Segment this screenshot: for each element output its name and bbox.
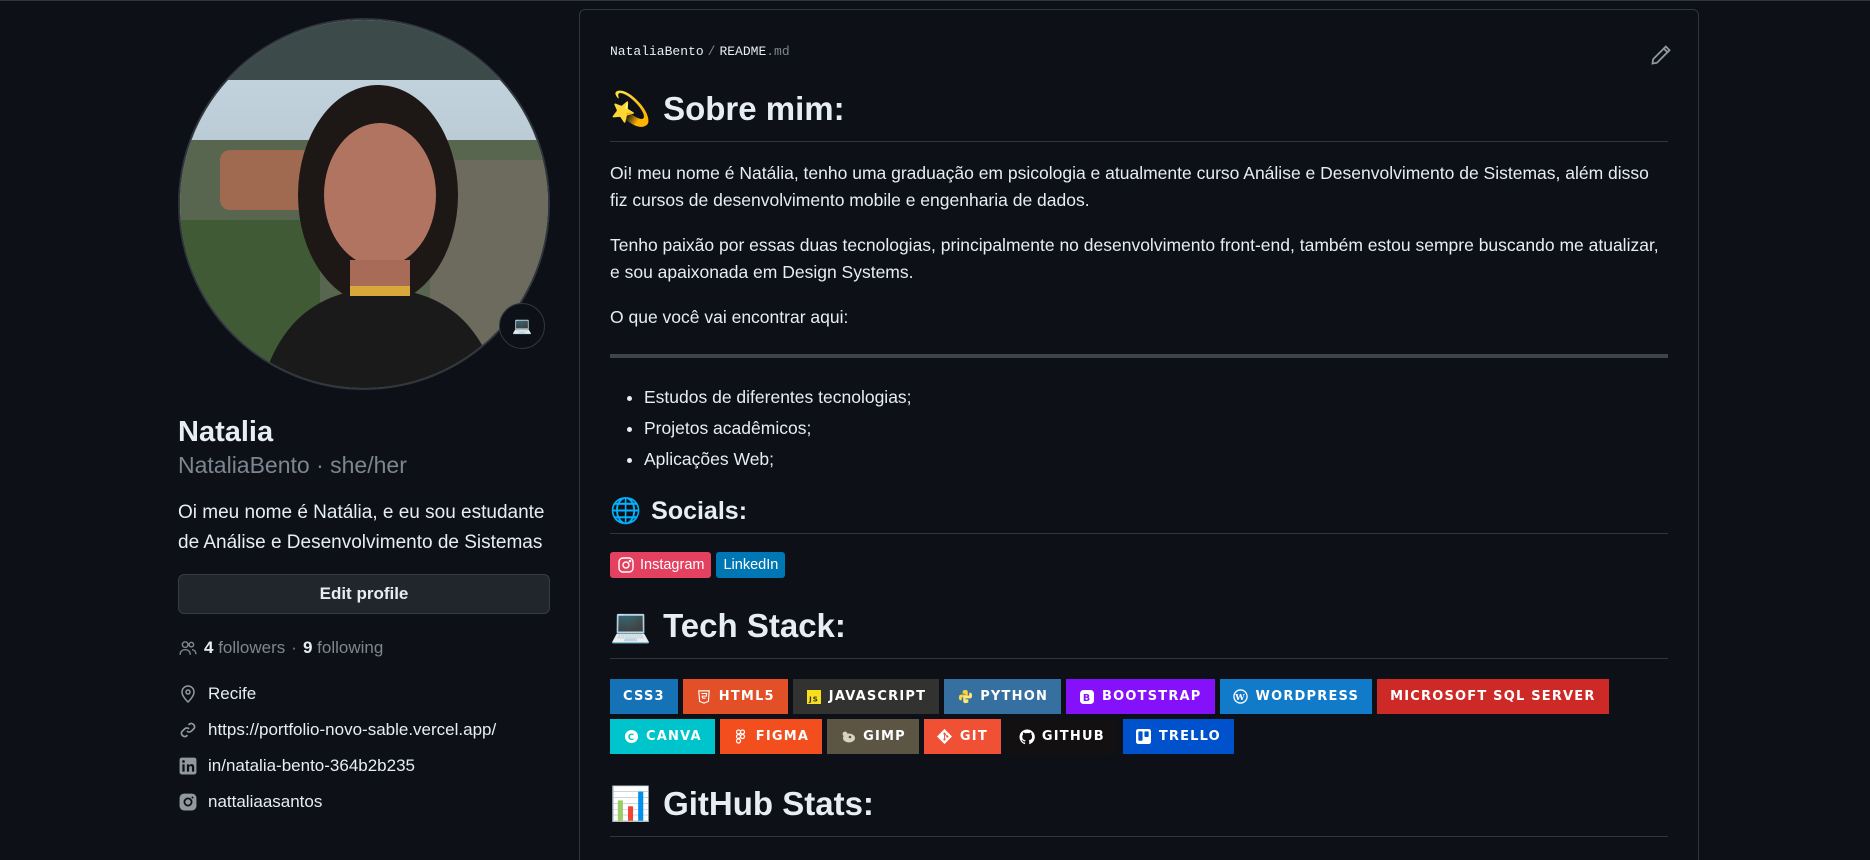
tech-heading: 💻 Tech Stack: [610,606,1668,659]
path-file: README.md [719,44,790,59]
following-link[interactable]: 9 following [303,638,383,658]
instagram-link[interactable]: nattaliaasantos [208,792,322,812]
path-separator: / [707,44,716,59]
tech-badge-label: HTML5 [718,689,775,704]
tech-badge-git: GIT [923,719,1001,754]
figma-icon [733,729,749,745]
top-border [0,0,1870,1]
about-paragraph-3: O que você vai encontrar aqui: [610,307,849,327]
tech-badge-label: WORDPRESS [1255,689,1360,704]
edit-profile-button[interactable]: Edit profile [178,574,550,614]
bootstrap-icon: B [1079,689,1095,705]
tech-badge-canva: C CANVA [610,719,715,754]
tech-badge-label: JAVASCRIPT [828,689,927,704]
javascript-icon: JS [806,689,822,705]
instagram-badge[interactable]: Instagram [610,552,712,578]
tech-badge-python: PYTHON [944,679,1062,714]
tech-badge-javascript: JS JAVASCRIPT [792,679,940,714]
svg-text:JS: JS [808,695,819,703]
socials-heading: 🌐 Socials: [610,495,1668,534]
status-emoji[interactable]: 💻 [499,303,545,349]
list-item: Estudos de diferentes tecnologias; [644,382,1668,413]
tech-badge-label: PYTHON [980,689,1049,704]
instagram-icon [178,792,198,812]
tech-badge-label: CANVA [646,729,702,744]
socials-title: Socials: [651,497,748,525]
tech-badge-css3: CSS3 [610,679,678,714]
readme-card: NataliaBento / README.md 💫 Sobre mim: Oi… [579,9,1699,860]
profile-bio: Oi meu nome é Natália, e eu sou estudant… [178,502,545,553]
location-item: Recife [178,676,550,712]
profile-sidebar: 💻 Natalia NataliaBento · she/her Oi meu … [178,18,550,820]
people-icon [178,638,198,658]
tech-badges: CSS3 HTML5 JS JAVASCRIPT PYTHON B BOOTSTRAP W WO… [610,679,1668,754]
tech-badge-trello: TRELLO [1122,719,1234,754]
profile-details: Recife https://portfolio-novo-sable.verc… [178,676,550,820]
git-icon [937,729,953,745]
avatar-container: 💻 [178,18,550,390]
link-icon [178,720,198,740]
profile-login: NataliaBento · she/her [178,452,407,478]
location-text: Recife [208,684,257,703]
website-item[interactable]: https://portfolio-novo-sable.vercel.app/ [178,712,550,748]
about-heading: 💫 Sobre mim: [610,89,1668,142]
website-link[interactable]: https://portfolio-novo-sable.vercel.app/ [208,720,496,740]
tech-badge-microsoft-sql-server: MICROSOFT SQL SERVER [1377,679,1609,714]
linkedin-link[interactable]: in/natalia-bento-364b2b235 [208,756,415,776]
path-user[interactable]: NataliaBento [610,44,704,59]
tech-badge-github: GITHUB [1005,719,1118,754]
separator-dot: · [291,638,297,657]
linkedin-item[interactable]: in/natalia-bento-364b2b235 [178,748,550,784]
stats-heading: 📊 GitHub Stats: [610,784,1668,837]
svg-text:B: B [1083,692,1091,703]
readme-path: NataliaBento / README.md [610,44,1668,59]
bar-chart-icon: 📊 [610,785,652,822]
python-icon [957,689,973,705]
html5-icon [696,689,712,705]
linkedin-badge[interactable]: LinkedIn [716,552,786,578]
list-item: Aplicações Web; [644,444,1668,475]
about-paragraph-1: Oi! meu nome é Natália, tenho uma gradua… [610,163,1649,210]
canva-icon: C [623,729,639,745]
tech-badge-wordpress: W WORDPRESS [1219,679,1373,714]
tech-badge-html5: HTML5 [682,679,788,714]
tech-badge-label: BOOTSTRAP [1102,689,1202,704]
trello-icon [1136,729,1152,745]
stats-title: GitHub Stats: [663,785,874,822]
tech-badge-gimp: GIMP [827,719,919,754]
tech-badge-label: GIT [959,729,988,744]
svg-text:C: C [627,732,634,742]
follow-stats: 4 followers · 9 following [178,638,550,658]
tech-badge-label: GITHUB [1041,729,1105,744]
list-item: Projetos acadêmicos; [644,413,1668,444]
gimp-icon [840,729,856,745]
location-icon [178,684,198,704]
github-icon [1019,728,1035,745]
tech-badge-label: FIGMA [755,729,810,744]
svg-text:W: W [1234,692,1246,702]
tech-badge-figma: FIGMA [719,719,823,754]
find-here-list: Estudos de diferentes tecnologias; Proje… [610,382,1668,475]
laptop-icon: 💻 [610,607,652,644]
tech-title: Tech Stack: [663,607,846,644]
globe-icon: 🌐 [610,497,642,525]
tech-badge-label: GIMP [863,729,906,744]
tech-badge-label: MICROSOFT SQL SERVER [1390,689,1596,704]
dizzy-icon: 💫 [610,90,652,127]
followers-link[interactable]: 4 followers [204,638,285,658]
wordpress-icon: W [1233,689,1249,705]
edit-readme-icon[interactable] [1650,44,1672,66]
social-badges: Instagram LinkedIn [610,552,1668,578]
linkedin-icon [178,756,198,776]
tech-badge-label: TRELLO [1158,729,1221,744]
about-title: Sobre mim: [663,90,845,127]
about-paragraph-2: Tenho paixão por essas duas tecnologias,… [610,235,1659,282]
instagram-item[interactable]: nattaliaasantos [178,784,550,820]
avatar-photo [180,20,548,388]
avatar[interactable] [178,18,550,390]
profile-name: Natalia [178,416,274,448]
tech-badge-bootstrap: B BOOTSTRAP [1066,679,1215,714]
tech-badge-label: CSS3 [623,689,665,704]
instagram-icon [617,556,635,574]
